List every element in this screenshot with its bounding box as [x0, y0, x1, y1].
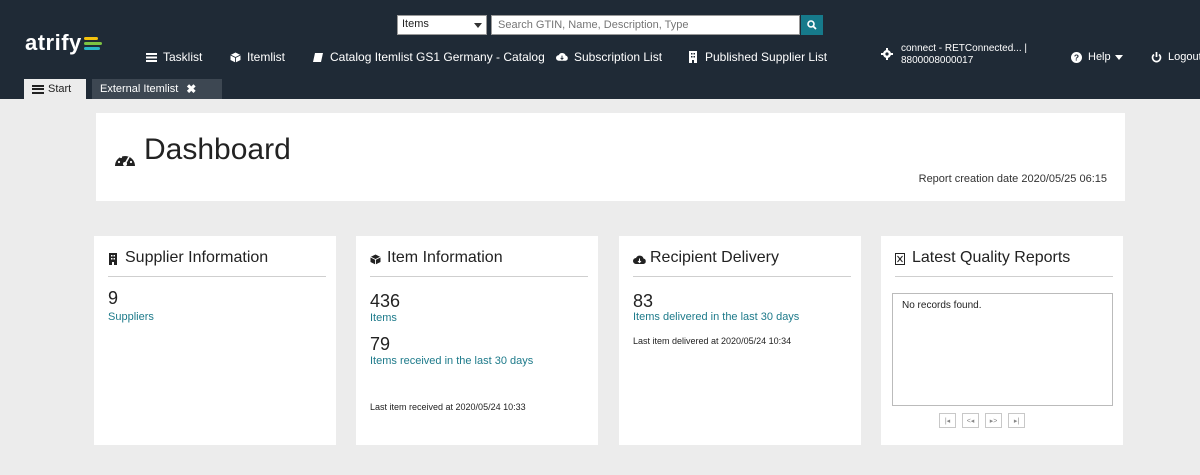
- atrify-logo[interactable]: atrify: [25, 30, 102, 56]
- search-icon: [807, 20, 817, 30]
- supplier-information-card: Supplier Information 9 Suppliers: [94, 236, 336, 445]
- user-name: connect - RETConnected... |: [901, 43, 1027, 54]
- first-page-button[interactable]: |◂: [939, 413, 956, 428]
- cube-icon: [229, 51, 241, 63]
- svg-text:?: ?: [1073, 52, 1078, 62]
- last-item-delivered: Last item delivered at 2020/05/24 10:34: [633, 336, 792, 346]
- report-creation-date: Report creation date 2020/05/25 06:15: [918, 173, 1107, 185]
- dashboard-header: Dashboard Report creation date 2020/05/2…: [96, 113, 1125, 201]
- quality-reports-card: Latest Quality Reports No records found.…: [881, 236, 1123, 445]
- card-title: Item Information: [370, 249, 588, 277]
- recipient-delivery-card: Recipient Delivery 83 Items delivered in…: [619, 236, 861, 445]
- search-button[interactable]: [801, 15, 823, 35]
- items-delivered-link[interactable]: Items delivered in the last 30 days: [633, 311, 799, 323]
- item-information-card: Item Information 436 Items 79 Items rece…: [356, 236, 598, 445]
- item-count: 436: [370, 291, 401, 311]
- building-icon: [687, 51, 699, 63]
- logout-button[interactable]: Logout: [1150, 49, 1200, 65]
- dashboard-icon: [114, 142, 136, 166]
- cloud-icon: [556, 51, 568, 63]
- cloud-icon: [633, 252, 646, 264]
- items-link[interactable]: Items: [370, 312, 397, 324]
- search-bar: Items: [397, 15, 823, 35]
- menu-icon: [32, 84, 44, 94]
- search-type-select[interactable]: Items: [397, 15, 487, 35]
- last-item-received: Last item received at 2020/05/24 10:33: [370, 402, 526, 412]
- nav-itemlist[interactable]: Itemlist: [229, 49, 285, 65]
- supplier-count: 9: [108, 288, 119, 308]
- close-icon[interactable]: ✖: [186, 82, 196, 96]
- chevron-down-icon: [1114, 54, 1123, 60]
- tab-external-itemlist[interactable]: External Itemlist ✖: [92, 79, 222, 99]
- cube-icon: [370, 252, 382, 265]
- previous-page-button[interactable]: <◂: [962, 413, 979, 428]
- empty-message: No records found.: [902, 300, 982, 311]
- user-gln: 8800008000017: [901, 55, 974, 66]
- card-title: Recipient Delivery: [633, 249, 851, 277]
- page-title: Dashboard: [114, 133, 291, 167]
- question-icon: ?: [1070, 51, 1082, 63]
- nav-catalog[interactable]: Catalog Itemlist GS1 Germany - Catalog: [312, 49, 545, 65]
- quality-reports-list: No records found.: [892, 293, 1113, 406]
- next-page-button[interactable]: ▸>: [985, 413, 1002, 428]
- card-title: Supplier Information: [108, 249, 326, 277]
- nav-subscription[interactable]: Subscription List: [556, 49, 662, 65]
- last-page-button[interactable]: ▸|: [1008, 413, 1025, 428]
- recent-item-count: 79: [370, 334, 391, 354]
- nav-published-supplier[interactable]: Published Supplier List: [687, 49, 827, 65]
- card-title: Latest Quality Reports: [895, 249, 1113, 277]
- chevron-down-icon: [474, 23, 482, 28]
- delivered-count: 83: [633, 291, 654, 311]
- report-icon: [895, 252, 907, 265]
- pagination: |◂ <◂ ▸> ▸|: [939, 413, 1025, 428]
- tab-start[interactable]: Start: [24, 79, 86, 99]
- suppliers-link[interactable]: Suppliers: [108, 311, 154, 323]
- tasklist-icon: [145, 51, 157, 63]
- book-icon: [312, 51, 324, 63]
- logo-mark-icon: [83, 36, 102, 50]
- top-bar: atrify Items Tasklist Itemlist Catalog I…: [0, 0, 1200, 99]
- building-icon: [108, 252, 120, 265]
- items-received-link[interactable]: Items received in the last 30 days: [370, 355, 533, 367]
- power-icon: [1150, 51, 1162, 63]
- search-input[interactable]: [491, 15, 800, 35]
- nav-tasklist[interactable]: Tasklist: [145, 49, 202, 65]
- user-account[interactable]: connect - RETConnected... | 880000800001…: [881, 43, 1027, 67]
- help-menu[interactable]: ? Help: [1070, 49, 1123, 65]
- gear-icon: [881, 48, 893, 60]
